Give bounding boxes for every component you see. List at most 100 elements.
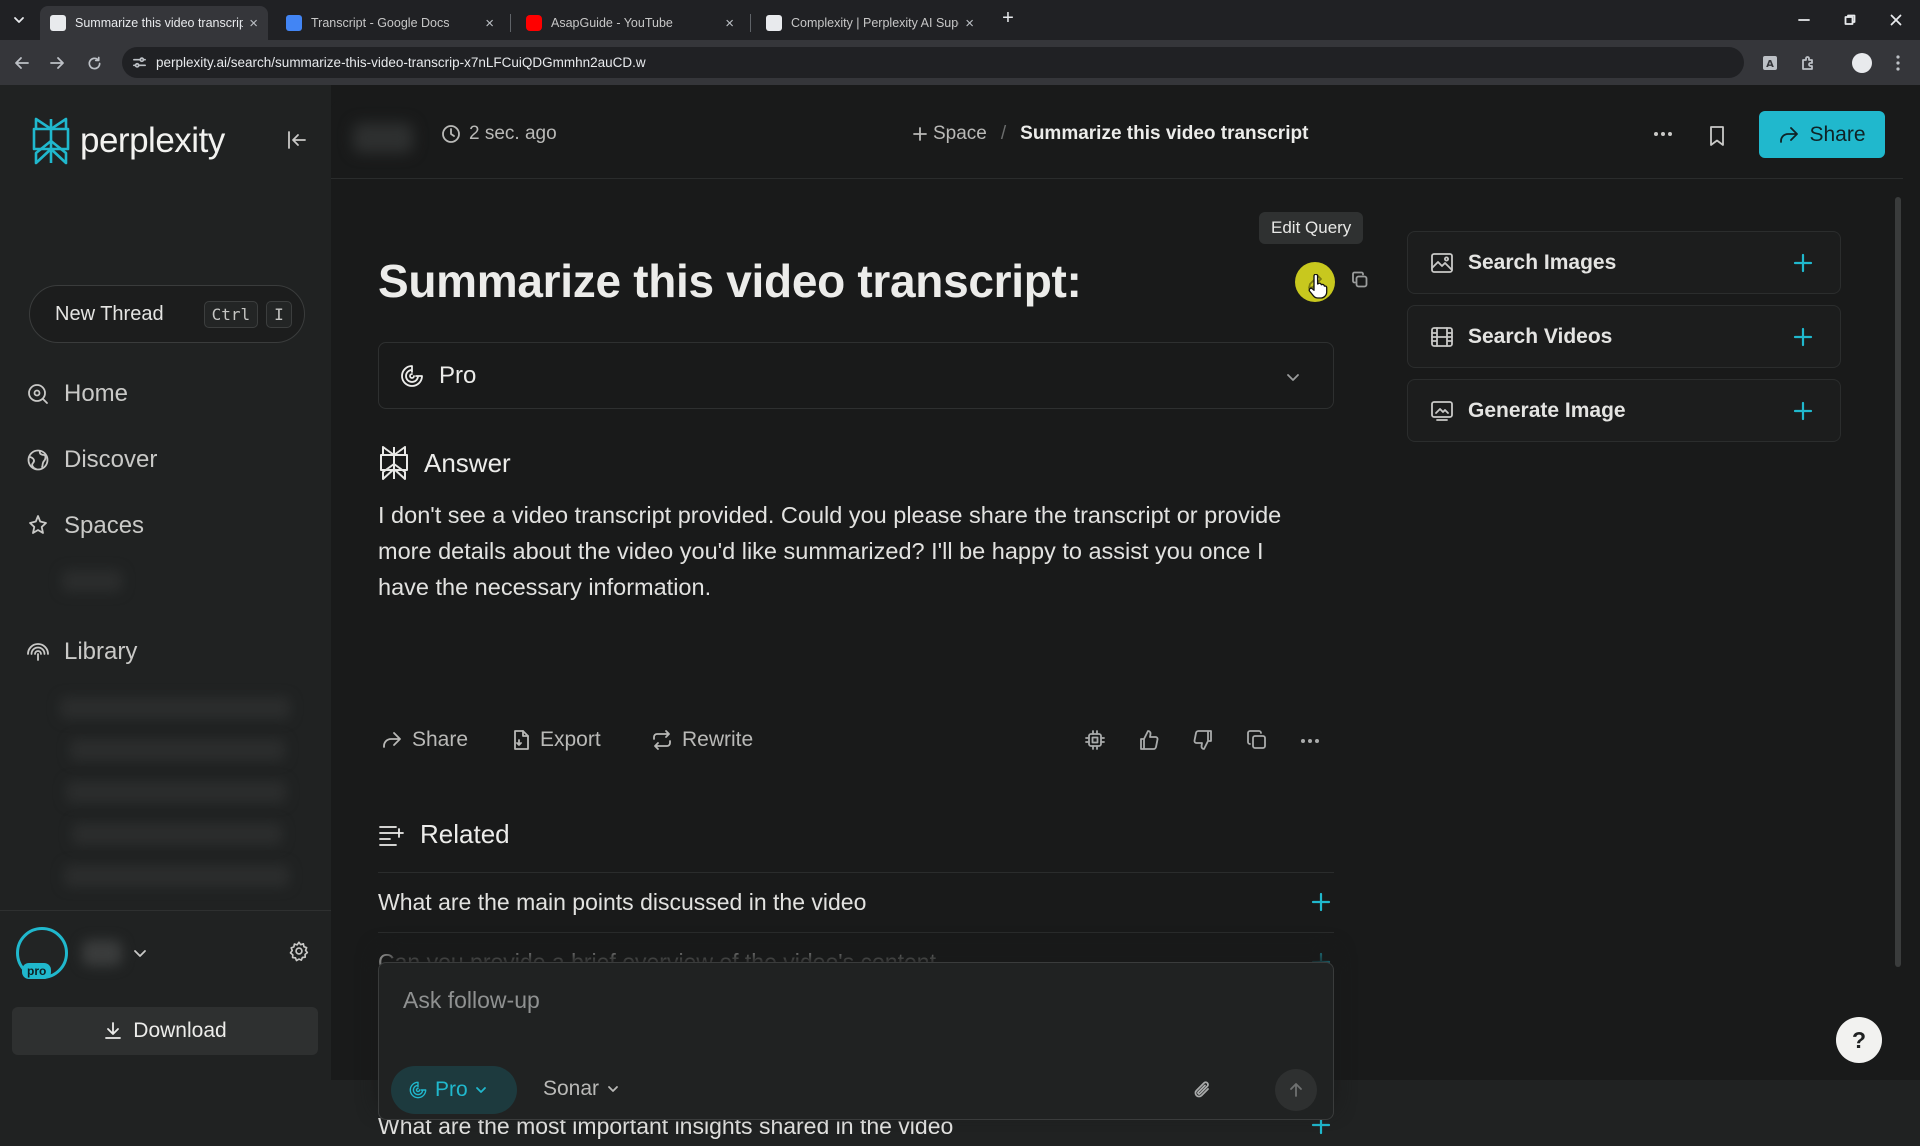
reload-button[interactable] (82, 51, 106, 75)
sidebar-item-label: Home (64, 380, 129, 407)
breadcrumb-separator: / (1000, 123, 1007, 144)
bookmark-button[interactable] (1708, 125, 1726, 147)
collapse-left-icon (288, 131, 306, 149)
answer-share-button[interactable]: Share (381, 728, 468, 752)
answer-share-label: Share (412, 728, 469, 751)
browser-menu-button[interactable] (1886, 51, 1910, 75)
youtube-icon (526, 15, 542, 31)
close-icon[interactable]: × (725, 15, 734, 32)
sidebar: perplexity New Thread Ctrl I Home Discov… (0, 85, 331, 1080)
collapse-sidebar-button[interactable] (286, 129, 308, 151)
thumbs-down-button[interactable] (1192, 729, 1214, 751)
clock-icon (442, 125, 460, 143)
sidebar-item-library[interactable]: Library (26, 638, 137, 666)
answer-more-button[interactable] (1300, 738, 1320, 744)
pro-badge: pro (22, 963, 52, 979)
download-button[interactable]: Download (12, 1007, 318, 1055)
new-thread-button[interactable]: New Thread Ctrl I (29, 285, 305, 343)
tab-title: AsapGuide - YouTube (551, 16, 673, 30)
browser-tab-active[interactable]: Summarize this video transcript × (40, 6, 268, 40)
plus-icon (1311, 892, 1331, 912)
perplexity-favicon-icon (50, 15, 66, 31)
image-icon (1431, 252, 1453, 273)
scrollbar[interactable] (1895, 197, 1901, 967)
shortcut-key-ctrl: Ctrl (203, 300, 259, 328)
share-button[interactable]: Share (1759, 111, 1885, 158)
space-label: Space (933, 123, 987, 144)
chevron-down-icon (1287, 374, 1299, 381)
copy-query-button[interactable] (1351, 271, 1369, 289)
related-heading: Related (378, 819, 510, 850)
tab-title: Complexity | Perplexity AI Supe (791, 16, 960, 30)
address-bar[interactable]: perplexity.ai/search/summarize-this-vide… (122, 47, 1744, 78)
model-info-button[interactable] (1084, 729, 1106, 751)
new-tab-button[interactable]: + (990, 6, 1026, 30)
spaces-icon (29, 515, 47, 534)
sidebar-item-spaces[interactable]: Spaces (26, 512, 144, 540)
related-heading-text: Related (420, 819, 510, 849)
main-panel: 2 sec. ago Space / Summarize this video … (331, 101, 1903, 1139)
browser-tab[interactable]: Complexity | Perplexity AI Supe × (756, 6, 984, 40)
help-button[interactable]: ? (1836, 1017, 1882, 1063)
profile-button[interactable] (1850, 51, 1874, 75)
globe-icon (27, 449, 49, 471)
forward-button[interactable] (45, 51, 69, 75)
close-icon[interactable]: × (965, 15, 974, 32)
sidebar-item-discover[interactable]: Discover (26, 446, 157, 474)
settings-button[interactable] (288, 940, 310, 962)
arrow-right-icon (50, 57, 64, 69)
close-window-button[interactable] (1878, 8, 1914, 32)
search-images-widget[interactable]: Search Images (1407, 231, 1841, 294)
pro-mode-toggle[interactable]: Pro (391, 1066, 517, 1114)
answer-text: I don't see a video transcript provided.… (378, 502, 1282, 600)
model-label: Sonar (543, 1077, 600, 1100)
browser-tab[interactable]: Transcript - Google Docs × (276, 6, 504, 40)
restore-button[interactable] (1832, 8, 1868, 32)
pro-search-panel[interactable]: Pro (378, 342, 1334, 409)
answer-heading: Answer (378, 446, 511, 480)
generate-image-widget[interactable]: Generate Image (1407, 379, 1841, 442)
more-horizontal-icon (1654, 132, 1672, 136)
translate-extension-button[interactable]: A (1758, 51, 1782, 75)
browser-tab[interactable]: AsapGuide - YouTube × (516, 6, 744, 40)
attach-button[interactable] (1193, 1079, 1213, 1101)
edit-query-tooltip: Edit Query (1259, 212, 1364, 244)
rewrite-button[interactable]: Rewrite (651, 728, 753, 752)
export-button[interactable]: Export (511, 728, 601, 752)
thread-more-button[interactable] (1653, 131, 1673, 137)
pro-panel-label: Pro (439, 361, 477, 389)
minimize-icon (1798, 19, 1810, 21)
sidebar-item-home[interactable]: Home (26, 380, 128, 408)
timestamp: 2 sec. ago (441, 123, 557, 145)
time-ago: 2 sec. ago (469, 123, 557, 144)
svg-text:A: A (1766, 59, 1774, 70)
related-item[interactable]: What are the main points discussed in th… (378, 872, 1334, 932)
plus-icon (1793, 401, 1813, 421)
hand-cursor-icon (1308, 274, 1328, 299)
film-icon (1431, 326, 1453, 347)
extensions-button[interactable] (1796, 51, 1820, 75)
close-icon[interactable]: × (485, 15, 494, 32)
back-button[interactable] (10, 51, 34, 75)
send-button[interactable] (1275, 1069, 1317, 1111)
query-title: Summarize this video transcript: (378, 255, 1082, 307)
plus-icon (1793, 327, 1813, 347)
add-to-space-button[interactable]: Space (911, 123, 987, 145)
follow-up-composer: Ask follow-up Pro Sonar (378, 962, 1334, 1120)
perplexity-logo[interactable]: perplexity (30, 117, 225, 165)
copy-icon (1247, 730, 1266, 749)
close-icon[interactable]: × (249, 15, 258, 32)
minimize-button[interactable] (1786, 8, 1822, 32)
thumbs-up-button[interactable] (1138, 729, 1160, 751)
copy-answer-button[interactable] (1246, 729, 1268, 751)
site-settings-icon[interactable] (132, 55, 147, 70)
pro-search-icon (401, 364, 423, 387)
tab-search-button[interactable] (4, 8, 34, 32)
search-videos-widget[interactable]: Search Videos (1407, 305, 1841, 368)
widget-label: Generate Image (1468, 398, 1626, 422)
blurred-library-item (72, 823, 282, 845)
account-menu-button[interactable] (131, 944, 149, 962)
google-docs-icon (286, 15, 302, 31)
sidebar-item-label: Spaces (64, 512, 145, 539)
model-selector[interactable]: Sonar (543, 1077, 620, 1101)
